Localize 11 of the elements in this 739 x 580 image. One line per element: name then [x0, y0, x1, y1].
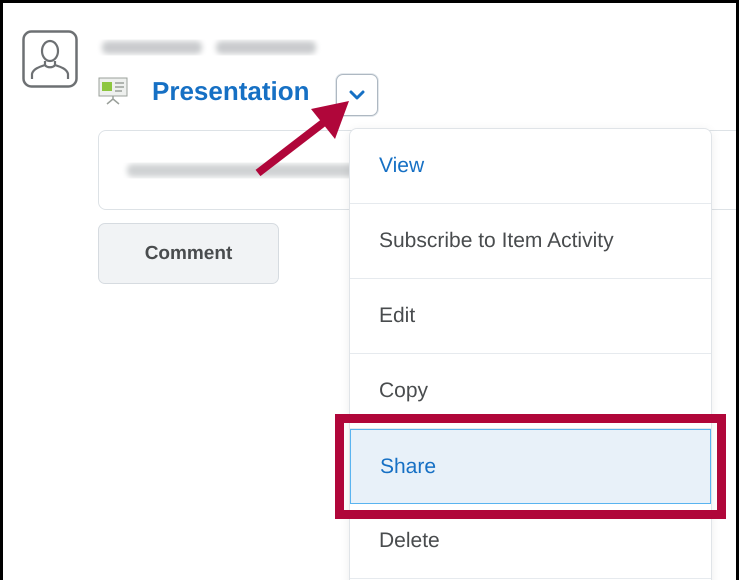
menu-item[interactable]: Share — [350, 429, 711, 504]
comment-button[interactable]: Comment — [98, 223, 279, 284]
menu-item[interactable]: Subscribe to Item Activity — [350, 204, 711, 279]
menu-item[interactable]: Edit — [350, 279, 711, 354]
avatar-icon — [22, 30, 78, 88]
menu-item[interactable]: View — [350, 129, 711, 204]
menu-item[interactable]: Delete — [350, 504, 711, 579]
item-title[interactable]: Presentation — [152, 76, 310, 106]
chevron-icon — [348, 90, 364, 100]
menu-button[interactable] — [336, 74, 378, 116]
presentation-icon — [98, 77, 128, 105]
